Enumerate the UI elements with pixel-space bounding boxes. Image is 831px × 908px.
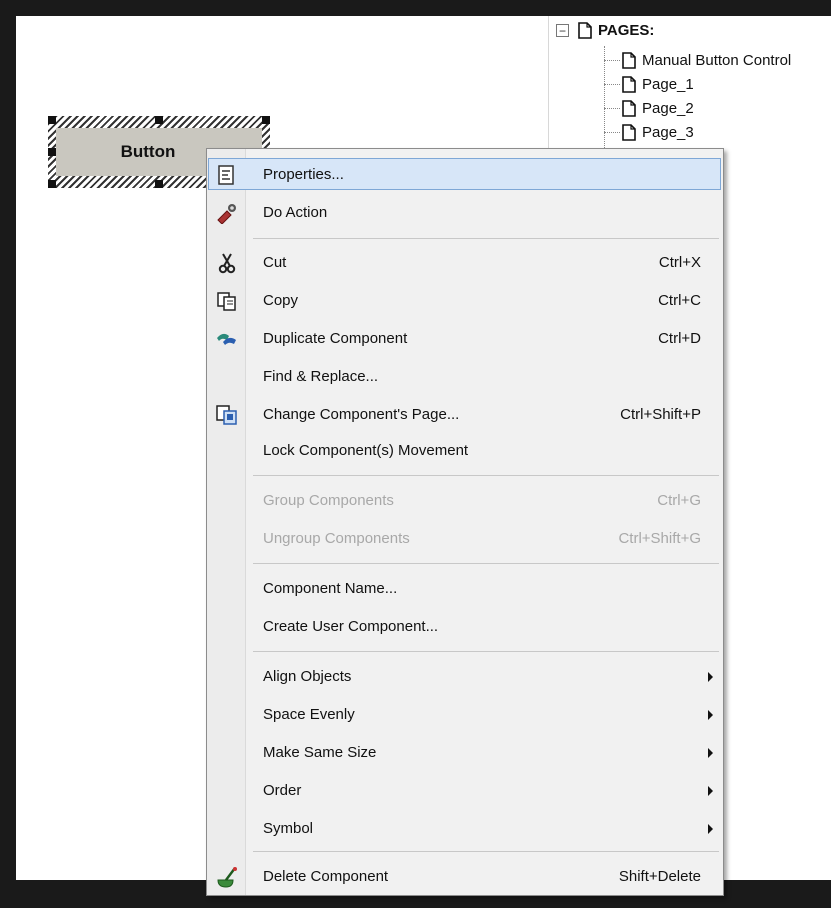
menu-item-label: Copy bbox=[263, 292, 299, 309]
tree-item-label: Page_2 bbox=[642, 99, 694, 117]
tree-panel-divider bbox=[548, 16, 549, 156]
tree-connector bbox=[604, 108, 620, 109]
menu-item-label: Make Same Size bbox=[263, 744, 377, 761]
resize-handle[interactable] bbox=[155, 180, 163, 188]
menu-item-label: Cut bbox=[263, 254, 287, 271]
resize-handle[interactable] bbox=[262, 116, 270, 124]
resize-handle[interactable] bbox=[48, 180, 56, 188]
menu-item-label: Lock Component(s) Movement bbox=[263, 442, 469, 459]
properties-icon bbox=[215, 164, 239, 186]
menu-item-label: Order bbox=[263, 782, 302, 799]
menu-item-cut[interactable]: Cut Ctrl+X bbox=[209, 247, 721, 279]
menu-item-align-objects[interactable]: Align Objects bbox=[209, 661, 721, 693]
menu-item-label: Change Component's Page... bbox=[263, 406, 460, 423]
menu-item-label: Space Evenly bbox=[263, 706, 355, 723]
submenu-arrow-icon bbox=[708, 672, 713, 682]
button-label: Button bbox=[120, 142, 176, 161]
menu-item-label: Delete Component bbox=[263, 868, 389, 885]
page-icon bbox=[622, 99, 636, 117]
submenu-arrow-icon bbox=[708, 748, 713, 758]
menu-item-label: Ungroup Components bbox=[263, 530, 410, 547]
menu-item-shortcut: Ctrl+C bbox=[658, 292, 701, 309]
tree-item-page[interactable]: Page_1 bbox=[622, 74, 694, 94]
tree-root-label: PAGES: bbox=[598, 21, 655, 39]
tree-item-page[interactable]: Manual Button Control bbox=[622, 50, 791, 70]
menu-item-label: Create User Component... bbox=[263, 618, 439, 635]
change-page-icon bbox=[215, 404, 239, 426]
menu-item-copy[interactable]: Copy Ctrl+C bbox=[209, 285, 721, 317]
menu-item-lock-movement[interactable]: Lock Component(s) Movement bbox=[209, 435, 721, 467]
page-icon bbox=[578, 21, 592, 39]
menu-item-shortcut: Ctrl+Shift+G bbox=[618, 530, 701, 547]
menu-item-symbol[interactable]: Symbol bbox=[209, 813, 721, 845]
menu-item-delete-component[interactable]: Delete Component Shift+Delete bbox=[209, 861, 721, 893]
tree-connector bbox=[604, 46, 605, 156]
tree-connector bbox=[604, 84, 620, 85]
window-frame-left bbox=[0, 0, 16, 908]
menu-item-label: Duplicate Component bbox=[263, 330, 408, 347]
menu-item-space-evenly[interactable]: Space Evenly bbox=[209, 699, 721, 731]
menu-item-label: Align Objects bbox=[263, 668, 352, 685]
menu-separator bbox=[253, 851, 719, 852]
menu-item-shortcut: Ctrl+X bbox=[658, 254, 701, 271]
submenu-arrow-icon bbox=[708, 824, 713, 834]
context-menu: Properties... Do Action Cut Ctrl+X Copy … bbox=[206, 148, 724, 896]
tree-item-label: Page_3 bbox=[642, 123, 694, 141]
menu-item-duplicate-component[interactable]: Duplicate Component Ctrl+D bbox=[209, 323, 721, 355]
menu-item-shortcut: Shift+Delete bbox=[618, 868, 701, 885]
menu-item-label: Symbol bbox=[263, 820, 314, 837]
menu-item-create-user-component[interactable]: Create User Component... bbox=[209, 611, 721, 643]
menu-separator bbox=[253, 238, 719, 239]
scissors-icon bbox=[215, 252, 239, 274]
menu-item-shortcut: Ctrl+G bbox=[657, 492, 701, 509]
collapse-icon[interactable]: − bbox=[556, 24, 569, 37]
resize-handle[interactable] bbox=[155, 116, 163, 124]
tree-item-page[interactable]: Page_3 bbox=[622, 122, 694, 142]
menu-item-component-name[interactable]: Component Name... bbox=[209, 573, 721, 605]
menu-item-do-action[interactable]: Do Action bbox=[209, 197, 721, 229]
do-action-icon bbox=[215, 202, 239, 225]
menu-item-order[interactable]: Order bbox=[209, 775, 721, 807]
submenu-arrow-icon bbox=[708, 710, 713, 720]
tree-item-label: Manual Button Control bbox=[642, 51, 792, 69]
page-icon bbox=[622, 123, 636, 141]
menu-item-change-components-page[interactable]: Change Component's Page... Ctrl+Shift+P bbox=[209, 399, 721, 431]
copy-icon bbox=[215, 290, 239, 312]
tree-connector bbox=[604, 60, 620, 61]
menu-item-label: Group Components bbox=[263, 492, 394, 509]
duplicate-icon bbox=[215, 328, 239, 350]
menu-item-shortcut: Ctrl+Shift+P bbox=[620, 406, 701, 423]
window-frame-top bbox=[0, 0, 831, 16]
menu-separator bbox=[253, 475, 719, 476]
menu-item-find-replace[interactable]: Find & Replace... bbox=[209, 361, 721, 393]
menu-separator bbox=[253, 651, 719, 652]
tree-root-pages[interactable]: PAGES: bbox=[578, 20, 654, 40]
resize-handle[interactable] bbox=[48, 116, 56, 124]
menu-item-shortcut: Ctrl+D bbox=[658, 330, 701, 347]
tree-item-label: Page_1 bbox=[642, 75, 694, 93]
delete-icon bbox=[215, 866, 239, 888]
pages-tree: − PAGES: Manual Button Control Page_1 Pa… bbox=[556, 16, 831, 166]
menu-item-make-same-size[interactable]: Make Same Size bbox=[209, 737, 721, 769]
tree-connector bbox=[604, 132, 620, 133]
tree-item-page[interactable]: Page_2 bbox=[622, 98, 694, 118]
page-icon bbox=[622, 75, 636, 93]
menu-item-label: Properties... bbox=[263, 166, 344, 183]
menu-item-ungroup-components[interactable]: Ungroup Components Ctrl+Shift+G bbox=[209, 523, 721, 555]
page-icon bbox=[622, 51, 636, 69]
submenu-arrow-icon bbox=[708, 786, 713, 796]
menu-item-label: Component Name... bbox=[263, 580, 398, 597]
menu-item-group-components[interactable]: Group Components Ctrl+G bbox=[209, 485, 721, 517]
menu-item-label: Do Action bbox=[263, 204, 328, 221]
resize-handle[interactable] bbox=[48, 148, 56, 156]
menu-item-label: Find & Replace... bbox=[263, 368, 379, 385]
menu-item-properties[interactable]: Properties... bbox=[208, 158, 721, 190]
menu-separator bbox=[253, 563, 719, 564]
